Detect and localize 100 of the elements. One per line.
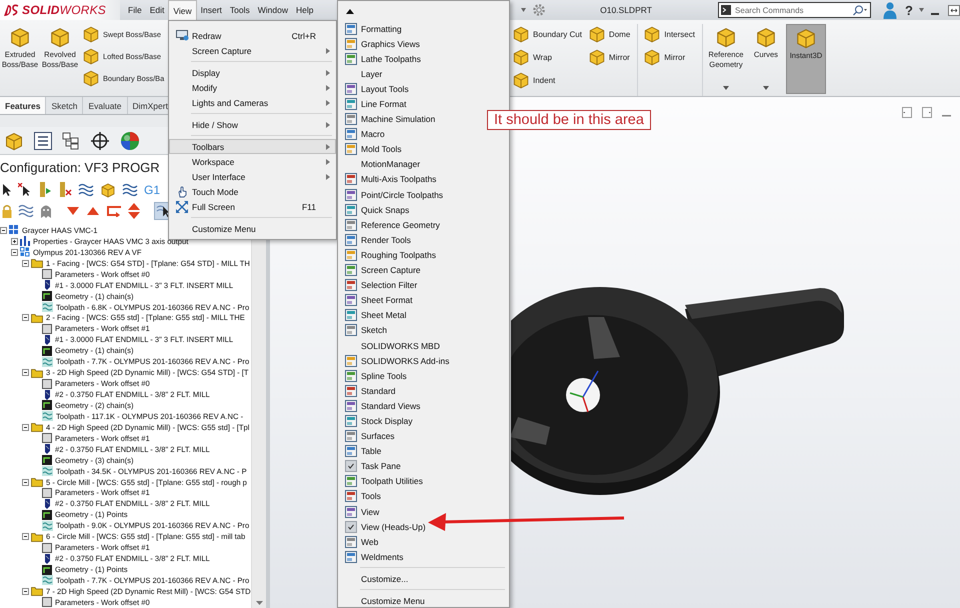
menu-item[interactable]: Touch Mode	[169, 184, 336, 199]
collapse-toggle-icon[interactable]	[11, 248, 18, 256]
menu-item[interactable]: Table	[338, 444, 382, 459]
menu-item[interactable]: Roughing Toolpaths	[338, 247, 436, 262]
menu-item[interactable]: Toolbars	[169, 139, 336, 154]
tab[interactable]: Evaluate	[83, 97, 128, 114]
menu-item[interactable]: Customize...	[338, 571, 408, 586]
command-button[interactable]: Mirror	[643, 47, 695, 67]
menu-item[interactable]: Redraw Ctrl+R	[169, 28, 336, 43]
menu-item[interactable]: Hide / Show	[169, 117, 336, 132]
tab[interactable]: Sketch	[46, 97, 84, 114]
menu-item[interactable]: User Interface	[169, 169, 336, 184]
sphere-icon[interactable]	[120, 130, 140, 150]
menu-item[interactable]: Modify	[169, 80, 336, 95]
command-button[interactable]: Intersect	[643, 24, 695, 44]
collapse-toggle-icon[interactable]	[22, 533, 29, 540]
cursor-icon[interactable]	[2, 182, 12, 196]
menu-item[interactable]: View	[168, 0, 197, 20]
collapse-toggle-icon[interactable]	[22, 314, 29, 322]
menu-item[interactable]: Quick Snaps	[338, 202, 410, 218]
settings-icon[interactable]	[532, 3, 546, 17]
menu-item[interactable]: Workspace	[169, 154, 336, 169]
menu-item[interactable]: Customize Menu	[338, 593, 425, 608]
checkbox[interactable]	[345, 520, 357, 533]
menu-item[interactable]: View (Heads-Up)	[338, 519, 426, 534]
menu-item[interactable]: Weldments	[338, 549, 404, 564]
caret-icon[interactable]	[722, 86, 729, 90]
menu-item[interactable]: Screen Capture	[338, 262, 421, 278]
menu-item[interactable]: Edit	[146, 0, 168, 20]
cursor-icon[interactable]	[18, 182, 32, 196]
double-arrow-icon[interactable]	[128, 202, 140, 218]
menu-item[interactable]: Sheet Format	[338, 292, 412, 308]
command-button[interactable]: Wrap	[512, 47, 582, 67]
menu-item[interactable]: Layer	[338, 66, 382, 82]
menu-item[interactable]: Window	[254, 0, 292, 20]
toolbar-label[interactable]: G1	[144, 182, 160, 196]
menu-item[interactable]: Standard Views	[338, 398, 420, 414]
menu-item[interactable]: Reference Geometry	[338, 217, 440, 232]
menu-item[interactable]: Stock Display	[338, 413, 412, 429]
menu-item[interactable]: View	[338, 504, 380, 520]
caret-icon[interactable]	[919, 8, 924, 12]
search-box[interactable]: Search Commands	[718, 2, 872, 18]
menu-item[interactable]: SOLIDWORKS Add-ins	[338, 353, 450, 368]
menu-item[interactable]: Sketch	[338, 322, 387, 338]
command-button[interactable]: Dome	[588, 24, 630, 44]
tool-icon[interactable]	[38, 182, 52, 198]
scroll-down-arrow-icon[interactable]	[256, 601, 262, 605]
menu-item[interactable]: Web	[338, 534, 378, 550]
menu-item[interactable]: Tools	[338, 488, 381, 504]
menu-item[interactable]: Full Screen F11	[169, 199, 336, 214]
menu-item[interactable]: MotionManager	[338, 156, 420, 172]
tab[interactable]: Features	[0, 97, 46, 114]
scroll-up-arrow-icon[interactable]	[346, 8, 354, 14]
menu-item[interactable]: Render Tools	[338, 232, 411, 248]
triangle-up-icon[interactable]	[86, 204, 100, 216]
menu-item[interactable]: Help	[292, 0, 318, 20]
caret-icon[interactable]	[762, 86, 769, 90]
wave-icon[interactable]	[78, 182, 94, 196]
collapse-toggle-icon[interactable]	[22, 260, 29, 267]
command-button[interactable]: Mirror	[588, 47, 630, 67]
menu-item[interactable]: Task Pane	[338, 458, 401, 474]
ghost-icon[interactable]	[40, 204, 52, 218]
menu-item[interactable]: Graphics Views	[338, 36, 420, 52]
wave-icon[interactable]	[18, 204, 34, 218]
collapse-toggle-icon[interactable]	[22, 478, 29, 486]
caret-icon[interactable]	[521, 8, 526, 12]
menu-item[interactable]: Line Format	[338, 96, 406, 112]
split-right-icon[interactable]	[922, 107, 932, 118]
menu-item[interactable]: Selection Filter	[338, 278, 418, 293]
menu-item[interactable]: Spline Tools	[338, 368, 407, 384]
checkbox[interactable]	[345, 460, 357, 472]
menu-item[interactable]: Formatting	[338, 21, 402, 36]
collapse-toggle-icon[interactable]	[22, 588, 29, 595]
restore-icon[interactable]	[948, 4, 960, 16]
menu-item[interactable]: File	[124, 0, 146, 20]
search-icon[interactable]	[852, 4, 868, 16]
menu-item[interactable]: SOLIDWORKS MBD	[338, 338, 440, 354]
collapse-toggle-icon[interactable]	[22, 424, 29, 431]
menu-item[interactable]: Standard	[338, 383, 396, 398]
menu-item[interactable]: Sheet Metal	[338, 308, 406, 323]
menu-item[interactable]: Machine Simulation	[338, 112, 436, 127]
menu-item[interactable]: Multi-Axis Toolpaths	[338, 172, 436, 188]
menu-item[interactable]: Mold Tools	[338, 142, 402, 157]
hierarchy-icon[interactable]	[62, 132, 80, 150]
wave-icon[interactable]	[122, 182, 138, 196]
collapse-toggle-icon[interactable]	[0, 226, 7, 234]
collapse-toggle-icon[interactable]	[22, 369, 29, 376]
split-left-icon[interactable]	[902, 107, 912, 118]
menu-item[interactable]: Insert	[196, 0, 226, 20]
menu-item[interactable]: Macro	[338, 126, 385, 142]
user-icon[interactable]	[883, 2, 898, 18]
menu-item[interactable]: Surfaces	[338, 428, 395, 444]
loop-arrow-icon[interactable]	[106, 204, 122, 216]
menu-item[interactable]: Customize Menu	[169, 221, 336, 236]
menu-item[interactable]: Layout Tools	[338, 81, 409, 96]
menu-item[interactable]: Lathe Toolpaths	[338, 51, 421, 66]
command-button[interactable]: Indent	[512, 70, 582, 90]
menu-item[interactable]: Screen Capture	[169, 43, 336, 58]
menu-item[interactable]: Tools	[226, 0, 254, 20]
search-field[interactable]: Search Commands	[735, 6, 848, 14]
